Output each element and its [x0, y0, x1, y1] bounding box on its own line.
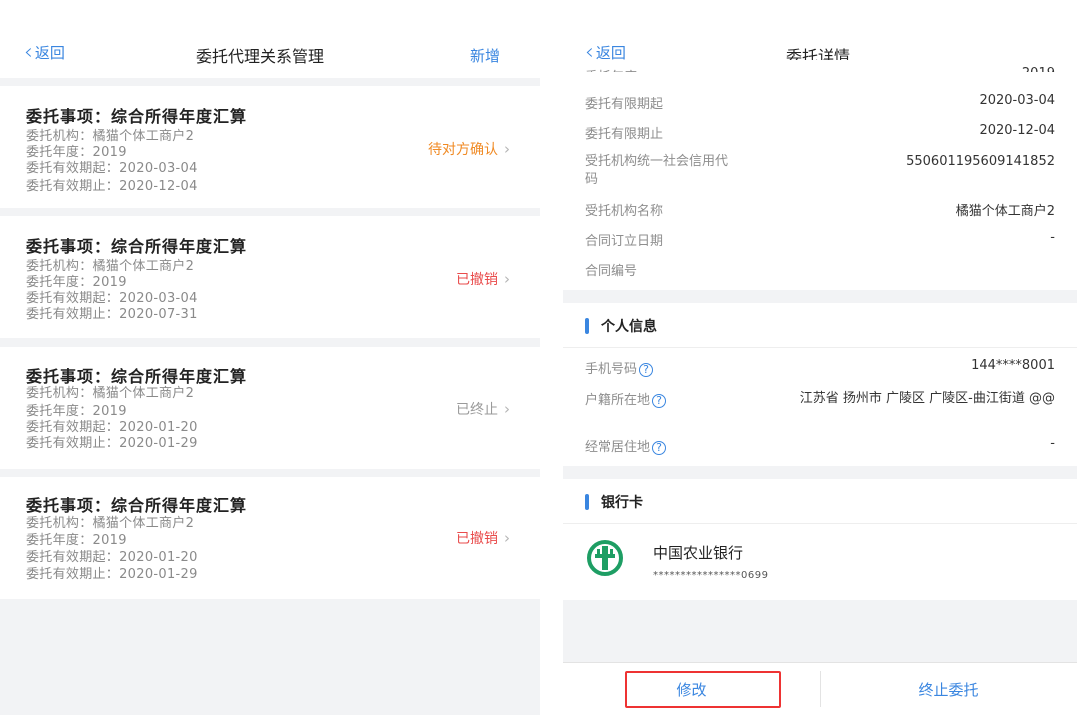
detail-label: 合同编号 [585, 264, 638, 279]
phone-row: 手机号码? 144****8001 [563, 354, 1077, 384]
section-accent-bar [585, 494, 589, 510]
bank-name: 中国农业银行 [653, 544, 744, 562]
personal-info-header: 个人信息 [563, 303, 1077, 348]
detail-row: 委托有限期起 2020-03-04 [563, 88, 1077, 118]
detail-label: 受托机构名称 [585, 204, 664, 219]
section-accent-bar [585, 318, 589, 334]
delegation-detail-screen: ‹ 返回 委托详情 委托年度 2019 委托有限期起 2020-03-04 委托… [563, 0, 1077, 715]
help-icon[interactable]: ? [652, 441, 667, 455]
delegation-card[interactable]: 委托事项：综合所得年度汇算 委托机构：橘猫个体工商户2 委托年度：2019 委托… [0, 347, 540, 469]
hukou-row: 户籍所在地? 江苏省 扬州市 广陵区 广陵区-曲江街道 @@ [563, 384, 1077, 428]
detail-value: 2020-12-04 [979, 123, 1055, 138]
chevron-right-icon: › [504, 270, 510, 288]
detail-value: 550601195609141852 [906, 154, 1055, 169]
status-label: 已终止 [456, 402, 498, 418]
add-button[interactable]: 新增 [470, 45, 500, 66]
chevron-left-icon: ‹ [585, 39, 594, 65]
phone-label: 手机号码 [585, 362, 638, 377]
bank-card-item[interactable]: 中国农业银行 ****************0699 [563, 524, 1077, 600]
card-status[interactable]: 已撤销 › [456, 269, 510, 289]
hukou-label: 户籍所在地 [585, 393, 651, 408]
bank-card-header: 银行卡 [563, 479, 1077, 524]
delegation-card[interactable]: 委托事项：综合所得年度汇算 委托机构：橘猫个体工商户2 委托年度：2019 委托… [0, 216, 540, 338]
card-heading: 委托事项：综合所得年度汇算 [26, 107, 248, 126]
chevron-right-icon: › [504, 529, 510, 547]
top-nav-bar: ‹ 返回 委托代理关系管理 新增 [0, 0, 540, 78]
card-end-date: 委托有效期止：2020-07-31 [26, 307, 198, 322]
detail-row: 受托机构名称 橘猫个体工商户2 [563, 195, 1077, 225]
delegation-card[interactable]: 委托事项：综合所得年度汇算 委托机构：橘猫个体工商户2 委托年度：2019 委托… [0, 86, 540, 208]
detail-row: 委托有限期止 2020-12-04 [563, 118, 1077, 148]
card-status[interactable]: 已撤销 › [456, 528, 510, 548]
residence-label: 经常居住地 [585, 440, 651, 455]
chevron-left-icon: ‹ [24, 39, 33, 65]
bank-card-number: ****************0699 [653, 570, 769, 581]
card-agency: 委托机构：橘猫个体工商户2 [26, 386, 195, 401]
residence-value: - [1050, 436, 1055, 451]
back-button[interactable]: ‹ 返回 [24, 39, 65, 65]
hukou-value: 江苏省 扬州市 广陵区 广陵区-曲江街道 @@ [799, 391, 1055, 406]
detail-row: 合同编号 [563, 255, 1077, 285]
chevron-right-icon: › [504, 400, 510, 418]
detail-value: 橘猫个体工商户2 [955, 204, 1055, 219]
detail-label: 合同订立日期 [585, 234, 664, 249]
card-end-date: 委托有效期止：2020-01-29 [26, 567, 198, 582]
delegation-card[interactable]: 委托事项：综合所得年度汇算 委托机构：橘猫个体工商户2 委托年度：2019 委托… [0, 477, 540, 599]
card-end-date: 委托有效期止：2020-01-29 [26, 436, 198, 451]
back-label: 返回 [34, 44, 65, 62]
help-icon[interactable]: ? [639, 363, 654, 377]
status-label: 待对方确认 [428, 142, 498, 158]
bottom-action-bar: 修改 终止委托 [563, 662, 1077, 715]
detail-label: 委托有限期止 [585, 127, 664, 142]
page-title: 委托代理关系管理 [196, 47, 325, 66]
help-icon[interactable]: ? [652, 394, 667, 408]
detail-label: 受托机构统一社会信用代码 [585, 154, 729, 187]
section-title: 银行卡 [601, 495, 643, 511]
delegation-list-screen: ‹ 返回 委托代理关系管理 新增 委托事项：综合所得年度汇算 委托机构：橘猫个体… [0, 0, 540, 715]
card-status[interactable]: 已终止 › [456, 399, 510, 419]
card-start-date: 委托有效期起：2020-03-04 [26, 161, 198, 176]
terminate-delegation-button[interactable]: 终止委托 [820, 663, 1077, 715]
status-label: 已撤销 [456, 531, 498, 547]
card-status[interactable]: 待对方确认 › [428, 139, 510, 159]
section-title: 个人信息 [601, 319, 657, 335]
highlight-box [625, 671, 781, 708]
chevron-right-icon: › [504, 140, 510, 158]
detail-label: 委托有限期起 [585, 97, 664, 112]
residence-row: 经常居住地? - [563, 432, 1077, 462]
detail-row: 受托机构统一社会信用代码 550601195609141852 [563, 148, 1077, 192]
status-label: 已撤销 [456, 272, 498, 288]
card-heading: 委托事项：综合所得年度汇算 [26, 237, 248, 256]
detail-value: 2020-03-04 [979, 93, 1055, 108]
detail-row: 合同订立日期 - [563, 225, 1077, 255]
abc-bank-logo-icon [587, 540, 623, 576]
card-end-date: 委托有效期止：2020-12-04 [26, 179, 198, 194]
detail-value: - [1050, 230, 1055, 245]
phone-value: 144****8001 [971, 358, 1055, 373]
